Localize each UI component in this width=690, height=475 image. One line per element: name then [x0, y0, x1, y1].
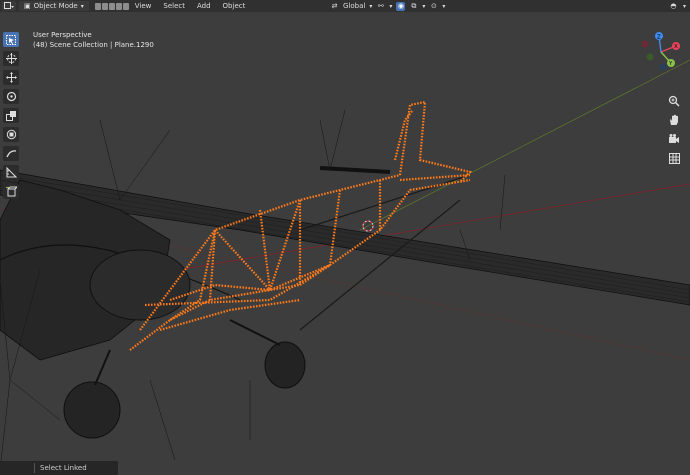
chevron-down-icon: ▾ [369, 2, 373, 10]
gizmo-z-label: Z [657, 35, 661, 41]
gizmo-x-label: X [674, 44, 678, 50]
gizmo-y-label: Y [668, 61, 673, 67]
transform-icon[interactable] [3, 127, 19, 142]
cursor-icon[interactable] [3, 51, 19, 66]
aircraft-wireframe[interactable] [0, 166, 690, 361]
menu-add[interactable]: Add [191, 0, 217, 12]
menu-view[interactable]: View [129, 0, 158, 12]
tool-shelf [3, 32, 21, 203]
3d-viewport-icon[interactable] [2, 1, 16, 11]
proportional-edit-icon[interactable]: ⊙ [429, 2, 438, 11]
select-subtract-icon[interactable] [108, 2, 115, 10]
move-icon[interactable] [3, 70, 19, 85]
select-box-icon[interactable] [3, 32, 19, 47]
select-difference-icon[interactable] [115, 2, 122, 10]
zoom-icon[interactable] [667, 94, 681, 108]
mode-dropdown[interactable]: ▣ Object Mode ▾ [19, 1, 89, 11]
chevron-down-icon: ▾ [682, 2, 686, 10]
snap-target-icon[interactable]: ⧉ [409, 2, 418, 11]
scale-icon[interactable] [3, 108, 19, 123]
camera-icon[interactable] [667, 132, 681, 146]
header-right-controls: ◓ ▾ [669, 0, 686, 12]
object-mode-icon: ▣ [24, 2, 31, 10]
select-extend-icon[interactable] [101, 2, 108, 10]
select-new-icon[interactable] [94, 2, 101, 10]
menu-object[interactable]: Object [217, 0, 252, 12]
navigation-buttons [667, 94, 681, 170]
menu-select[interactable]: Select [157, 0, 191, 12]
collection-label: (48) Scene Collection | Plane.1290 [33, 41, 154, 49]
add-cube-icon[interactable] [3, 184, 19, 199]
status-bar: Select Linked [0, 461, 118, 475]
pan-hand-icon[interactable] [667, 113, 681, 127]
perspective-label: User Perspective [33, 31, 92, 39]
rotate-icon[interactable] [3, 89, 19, 104]
measure-icon[interactable] [3, 165, 19, 180]
3d-viewport[interactable]: ▣ Object Mode ▾ View Select Add Object ⇄… [0, 0, 690, 475]
orientation-icon: ⇄ [331, 2, 338, 10]
pivot-icon[interactable]: ⚯ [376, 2, 385, 11]
status-label: Select Linked [40, 464, 87, 472]
selection-mode-icons[interactable] [94, 2, 129, 10]
viewport-info: User Perspective (48) Scene Collection |… [33, 30, 154, 50]
visibility-icon[interactable]: ◓ [669, 2, 678, 11]
mode-label: Object Mode [33, 2, 78, 10]
snap-icon[interactable]: ◉ [396, 1, 406, 11]
transform-controls: ⇄ Global ▾ ⚯ ▾ ◉ ⧉ ▾ ⊙ ▾ [330, 0, 445, 12]
chevron-down-icon: ▾ [442, 2, 446, 10]
grid-icon[interactable] [667, 151, 681, 165]
annotate-icon[interactable] [3, 146, 19, 161]
chevron-down-icon: ▾ [80, 2, 84, 10]
navigation-gizmo[interactable]: Z X Y [636, 30, 686, 90]
status-divider [34, 463, 35, 473]
scene-canvas[interactable] [0, 0, 690, 475]
viewport-header: ▣ Object Mode ▾ View Select Add Object ⇄… [0, 0, 690, 12]
transform-orientation-dropdown[interactable]: Global [343, 2, 365, 10]
chevron-down-icon: ▾ [389, 2, 393, 10]
chevron-down-icon: ▾ [422, 2, 426, 10]
